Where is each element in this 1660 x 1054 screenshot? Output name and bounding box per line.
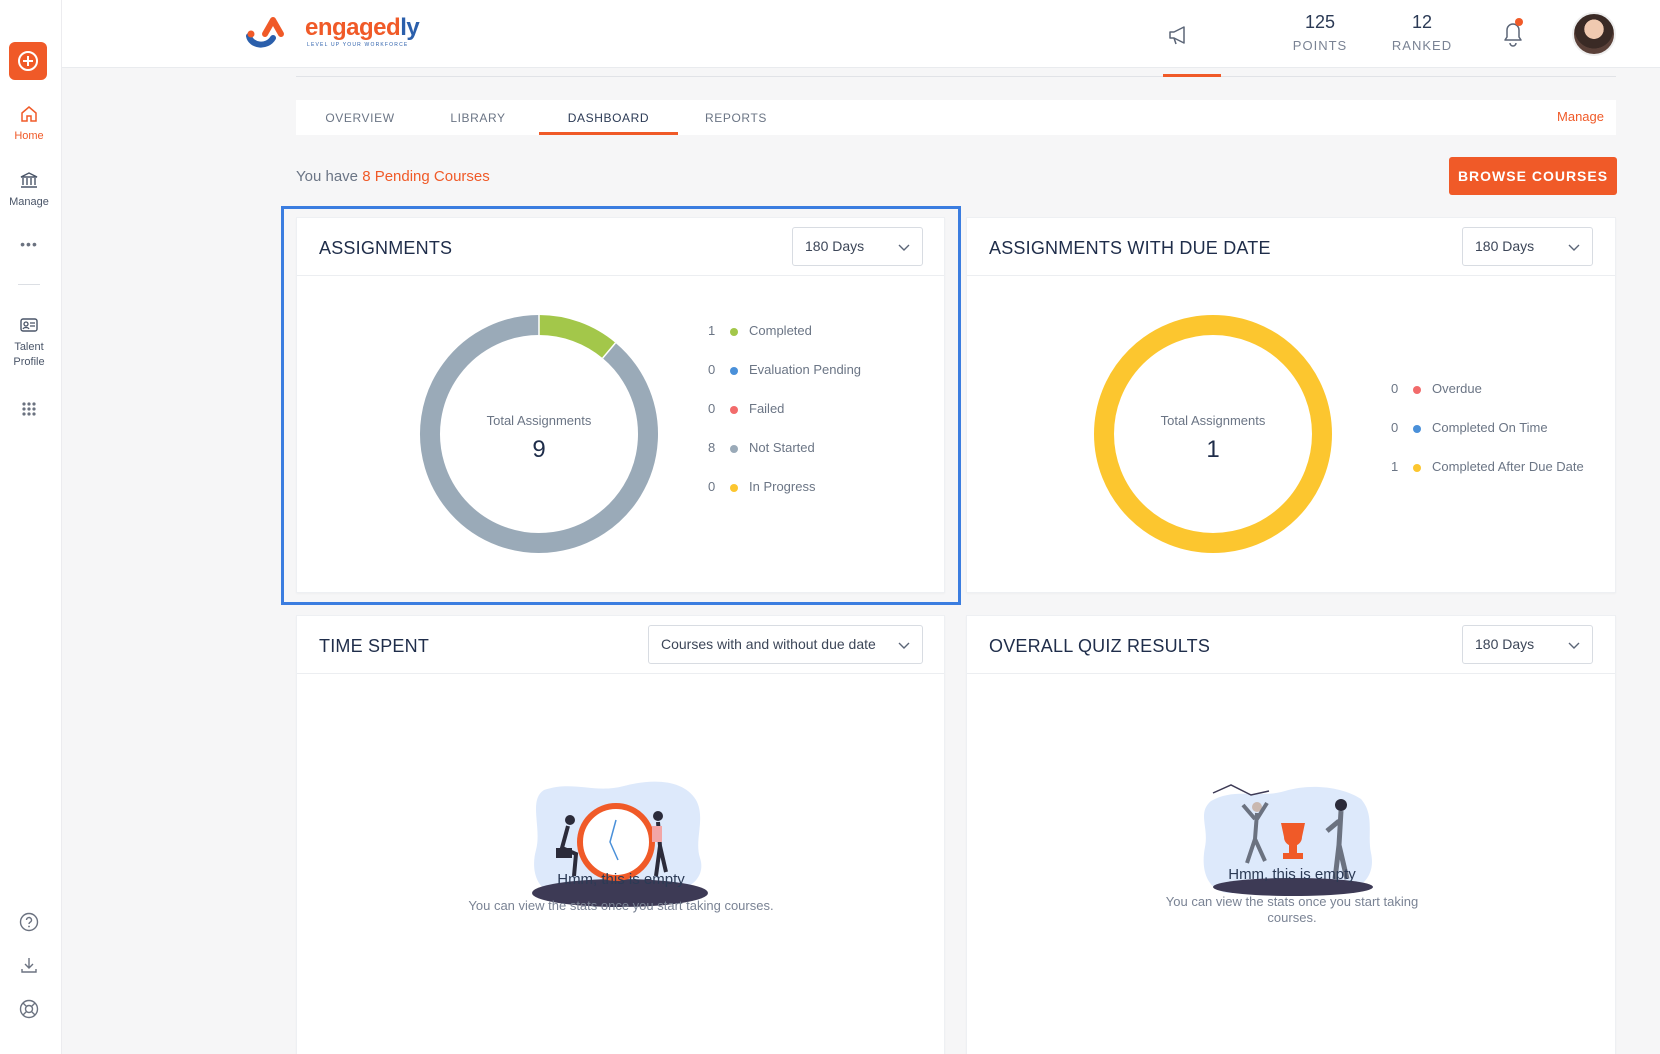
home-icon [21, 106, 37, 122]
clock-illustration-icon [532, 781, 708, 907]
assignments-selection-outline [281, 206, 961, 605]
due-date-legend: 0 Overdue 0 Completed On Time 1 Completed Aft… [1391, 381, 1611, 498]
due-date-legend-dot [1413, 464, 1421, 472]
due-date-donut-chart [1094, 315, 1332, 553]
rail-manage-label: Manage [9, 196, 49, 208]
quiz-results-empty-title: Hmm, this is empty [1228, 866, 1356, 883]
brand-name[interactable]: engagedly [305, 14, 420, 42]
tab-overview[interactable]: OVERVIEW [296, 100, 424, 135]
due-date-legend-item[interactable]: 1 Completed After Due Date [1391, 459, 1611, 498]
pending-courses-link[interactable]: 8 Pending Courses [362, 168, 490, 185]
chevron-down-icon [1568, 244, 1580, 251]
megaphone-icon[interactable] [1166, 22, 1192, 48]
plus-circle-icon [18, 51, 38, 71]
ranked-stat[interactable]: 12 RANKED [1382, 12, 1462, 53]
bank-icon [20, 172, 38, 188]
tab-library[interactable]: LIBRARY [424, 100, 532, 135]
header-divider-accent [1163, 74, 1221, 77]
manage-link[interactable]: Manage [1557, 100, 1604, 134]
pending-courses-text: You have 8 Pending Courses [296, 168, 490, 185]
due-date-legend-dot [1413, 425, 1421, 433]
rail-manage[interactable]: Manage [0, 169, 58, 210]
quiz-results-period-select[interactable]: 180 Days [1462, 625, 1593, 664]
id-card-icon [20, 318, 38, 332]
header-divider [296, 76, 1616, 77]
quiz-results-period-value: 180 Days [1475, 636, 1535, 652]
time-spent-title: TIME SPENT [319, 636, 430, 656]
rail-home[interactable]: Home [0, 103, 58, 144]
due-date-legend-label: Completed After Due Date [1432, 459, 1584, 474]
quiz-results-title: OVERALL QUIZ RESULTS [989, 636, 1211, 656]
pending-prefix: You have [296, 168, 363, 185]
rail-talent-profile-label: Talent Profile [13, 341, 45, 368]
due-date-total: 1 [1206, 436, 1220, 463]
quiz-results-card-header: OVERALL QUIZ RESULTS 180 Days [967, 616, 1615, 674]
time-spent-filter-select[interactable]: Courses with and without due date [648, 625, 923, 664]
grid-icon [22, 402, 36, 416]
due-date-legend-item[interactable]: 0 Completed On Time [1391, 420, 1611, 459]
rail-more-button[interactable]: ••• [0, 236, 58, 252]
ranked-value: 12 [1411, 12, 1433, 32]
due-date-center-label: Total Assignments [1160, 413, 1266, 428]
ranked-label: RANKED [1391, 38, 1453, 53]
tab-reports[interactable]: REPORTS [678, 100, 794, 135]
help-icon [19, 912, 39, 932]
support-button[interactable] [0, 998, 58, 1024]
rail-talent-profile[interactable]: Talent Profile [0, 314, 58, 370]
time-spent-card: TIME SPENT Courses with and without due … [296, 615, 945, 1054]
due-date-period-select[interactable]: 180 Days [1462, 227, 1593, 266]
download-icon [21, 958, 37, 973]
quiz-results-empty-subtitle-line1: You can view the stats once you start ta… [1165, 894, 1419, 909]
avatar[interactable] [1572, 12, 1616, 56]
tab-bar: OVERVIEW LIBRARY DASHBOARD REPORTS Manag… [296, 100, 1616, 135]
quiz-results-card: OVERALL QUIZ RESULTS 180 Days Hmm, this … [966, 615, 1616, 1054]
time-spent-empty-title: Hmm, this is empty [557, 871, 685, 888]
tab-dashboard[interactable]: DASHBOARD [539, 100, 678, 135]
points-label: POINTS [1292, 38, 1348, 53]
time-spent-filter-value: Courses with and without due date [661, 636, 876, 652]
donut-slice-completed-after-due-date[interactable] [1094, 315, 1332, 553]
chevron-down-icon [1568, 642, 1580, 649]
time-spent-card-header: TIME SPENT Courses with and without due … [297, 616, 944, 674]
quiz-results-empty-subtitle: You can view the stats once you start ta… [1042, 894, 1542, 926]
trophy-illustration-icon [1203, 784, 1373, 896]
rail-apps-button[interactable] [0, 398, 58, 424]
due-date-legend-count: 0 [1391, 381, 1399, 396]
time-spent-empty-subtitle: You can view the stats once you start ta… [468, 898, 774, 913]
chevron-down-icon [898, 642, 910, 649]
due-date-legend-label: Overdue [1432, 381, 1482, 396]
create-button[interactable] [9, 42, 47, 80]
quiz-results-empty-subtitle-line2: courses. [1267, 910, 1317, 925]
engagedly-logo-icon [246, 17, 284, 48]
left-rail: Home Manage ••• Talent Profile [0, 0, 62, 1054]
due-date-legend-item[interactable]: 0 Overdue [1391, 381, 1611, 420]
notification-dot [1515, 18, 1523, 26]
due-date-card-header: ASSIGNMENTS WITH DUE DATE 180 Days [967, 218, 1615, 276]
points-stat[interactable]: 125 POINTS [1280, 12, 1360, 53]
due-date-card: ASSIGNMENTS WITH DUE DATE 180 Days Total… [966, 217, 1616, 593]
brand-name-part2: ly [400, 14, 420, 41]
points-value: 125 [1304, 12, 1336, 32]
due-date-legend-dot [1413, 386, 1421, 394]
due-date-legend-label: Completed On Time [1432, 420, 1548, 435]
due-date-period-value: 180 Days [1475, 238, 1535, 254]
rail-home-label: Home [14, 130, 44, 142]
lifebuoy-icon [19, 999, 39, 1019]
due-date-title: ASSIGNMENTS WITH DUE DATE [989, 238, 1271, 258]
due-date-legend-count: 1 [1391, 459, 1399, 474]
browse-courses-button[interactable]: BROWSE COURSES [1449, 157, 1617, 195]
brand-name-part1: engaged [305, 14, 401, 41]
rail-divider [18, 284, 40, 285]
help-button[interactable] [0, 911, 58, 937]
brand-tagline: LEVEL UP YOUR WORKFORCE [307, 42, 409, 48]
due-date-legend-count: 0 [1391, 420, 1399, 435]
download-button[interactable] [0, 954, 58, 980]
